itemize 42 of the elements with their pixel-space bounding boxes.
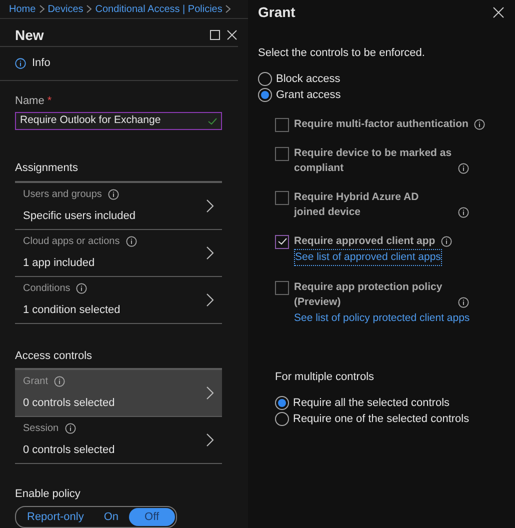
blade-title: New xyxy=(15,26,45,45)
link[interactable]: See list of policy protected client apps xyxy=(294,311,470,327)
instruction-text: Select the controls to be enforced. xyxy=(258,46,426,61)
radio-option[interactable]: Require one of the selected controls xyxy=(275,411,505,428)
item-label: Users and groups xyxy=(23,188,102,202)
nav-item[interactable]: Users and groups Specific users included xyxy=(15,182,222,230)
name-field[interactable]: Require Outlook for Exchange xyxy=(15,112,222,130)
radio-option[interactable]: Grant access xyxy=(258,87,505,104)
enable-policy-label: Enable policy xyxy=(15,488,80,500)
nav-item[interactable]: Conditions 1 condition selected xyxy=(15,276,222,324)
section-heading: For multiple controls xyxy=(275,370,376,385)
radio-option[interactable]: Require all the selected controls xyxy=(275,394,505,411)
info-link[interactable]: Info xyxy=(32,55,50,72)
item-value: Specific users included xyxy=(23,208,137,224)
breadcrumb-link[interactable]: Home xyxy=(9,2,36,16)
toggle-option[interactable]: On xyxy=(94,508,129,526)
item-value: 1 condition selected xyxy=(23,302,122,318)
breadcrumb-link[interactable]: Conditional Access | Policies xyxy=(95,2,222,16)
nav-item[interactable]: Grant 0 controls selected xyxy=(15,370,222,417)
checkbox-label: Require Hybrid Azure AD joined device xyxy=(294,190,420,220)
checkbox-label: Require approved client app xyxy=(294,234,436,248)
toggle-option[interactable]: Report-only xyxy=(17,508,94,526)
item-value: 0 controls selected xyxy=(23,396,116,412)
item-value: 0 controls selected xyxy=(23,443,116,458)
item-label: Grant xyxy=(23,375,48,390)
section-heading: Access controls xyxy=(15,350,92,362)
radio-option[interactable]: Block access xyxy=(258,70,505,87)
checkbox-label: Require app protection policy (Preview) xyxy=(294,280,444,310)
panel-title: Grant xyxy=(258,3,296,22)
item-label: Session xyxy=(23,422,59,436)
checkbox-label: Require device to be marked as compliant xyxy=(294,146,452,176)
item-label: Conditions xyxy=(23,282,70,296)
section-heading: Assignments xyxy=(15,162,78,174)
nav-item[interactable]: Cloud apps or actions 1 app included xyxy=(15,230,222,276)
item-label: Cloud apps or actions xyxy=(23,234,120,249)
breadcrumb-link[interactable]: Devices xyxy=(48,2,84,16)
nav-item[interactable]: Session 0 controls selected xyxy=(15,417,222,464)
field-label: Name xyxy=(15,94,46,107)
required-mark: * xyxy=(47,94,52,107)
link[interactable]: See list of approved client apps xyxy=(294,248,442,266)
item-value: 1 app included xyxy=(23,256,96,271)
checkbox-label: Require multi-factor authentication xyxy=(294,116,468,132)
